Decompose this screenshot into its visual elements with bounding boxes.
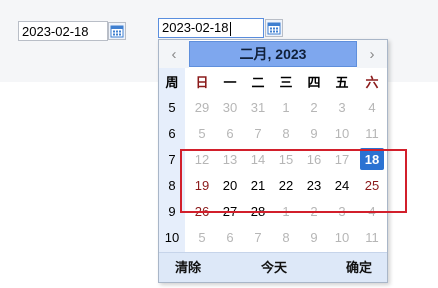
prev-month-button[interactable]: ‹	[159, 40, 189, 68]
month-year-title[interactable]: 二月, 2023	[189, 41, 357, 67]
calendar-button-2[interactable]	[265, 19, 283, 37]
day-cell[interactable]: 10	[328, 224, 356, 250]
picker-header: ‹ 二月, 2023 ›	[159, 40, 387, 68]
date-input-1[interactable]: 2023-02-18	[18, 21, 108, 41]
day-cell[interactable]: 31	[244, 94, 272, 120]
day-cell[interactable]: 7	[244, 224, 272, 250]
day-cell[interactable]: 3	[328, 94, 356, 120]
calendar-icon	[267, 22, 281, 35]
weekday-header: 一	[223, 74, 237, 90]
day-cell[interactable]: 29	[188, 94, 216, 120]
annotation-highlight-box	[180, 149, 407, 213]
week-row: 10 5 6 7 8 9 10 11	[159, 224, 387, 250]
week-row: 6 5 6 7 8 9 10 11	[159, 120, 387, 146]
day-cell[interactable]: 6	[216, 120, 244, 146]
weekday-header: 三	[279, 74, 293, 90]
date-input-1-value: 2023-02-18	[22, 23, 89, 39]
calendar-button-1[interactable]	[108, 22, 126, 40]
week-number: 5	[168, 99, 176, 115]
day-cell[interactable]: 11	[358, 120, 386, 146]
ok-button[interactable]: 确定	[346, 253, 372, 282]
weekday-header: 二	[251, 74, 265, 90]
week-column-header: 周	[165, 74, 179, 90]
day-cell[interactable]: 8	[272, 120, 300, 146]
day-cell[interactable]: 9	[300, 120, 328, 146]
day-cell[interactable]: 11	[358, 224, 386, 250]
picker-footer: 清除 今天 确定	[159, 252, 387, 282]
next-month-button[interactable]: ›	[357, 40, 387, 68]
text-caret	[229, 21, 231, 36]
week-number: 10	[164, 229, 180, 245]
weekday-header: 四	[307, 74, 321, 90]
today-button[interactable]: 今天	[261, 253, 287, 282]
day-cell[interactable]: 6	[216, 224, 244, 250]
chevron-left-icon: ‹	[171, 45, 177, 63]
week-row: 5 29 30 31 1 2 3 4	[159, 94, 387, 120]
chevron-right-icon: ›	[369, 45, 375, 63]
day-cell[interactable]: 5	[188, 224, 216, 250]
day-cell[interactable]: 2	[300, 94, 328, 120]
weekday-header: 六	[365, 74, 379, 90]
weekday-header: 日	[195, 74, 209, 90]
day-cell[interactable]: 1	[272, 94, 300, 120]
weekday-header: 五	[335, 74, 349, 90]
day-cell[interactable]: 10	[328, 120, 356, 146]
day-cell[interactable]: 30	[216, 94, 244, 120]
date-input-2-value: 2023-02-18	[162, 20, 229, 36]
day-cell[interactable]: 9	[300, 224, 328, 250]
day-cell[interactable]: 5	[188, 120, 216, 146]
calendar-icon	[110, 25, 124, 38]
week-number: 6	[168, 125, 176, 141]
date-input-2[interactable]: 2023-02-18	[158, 18, 264, 38]
day-cell[interactable]: 4	[358, 94, 386, 120]
weekday-header-row: 周日一二三四五六	[159, 68, 387, 94]
day-cell[interactable]: 7	[244, 120, 272, 146]
day-cell[interactable]: 8	[272, 224, 300, 250]
month-year-label: 二月, 2023	[239, 46, 307, 62]
clear-button[interactable]: 清除	[175, 253, 201, 282]
date-input-2-value-wrap: 2023-02-18	[159, 20, 263, 36]
